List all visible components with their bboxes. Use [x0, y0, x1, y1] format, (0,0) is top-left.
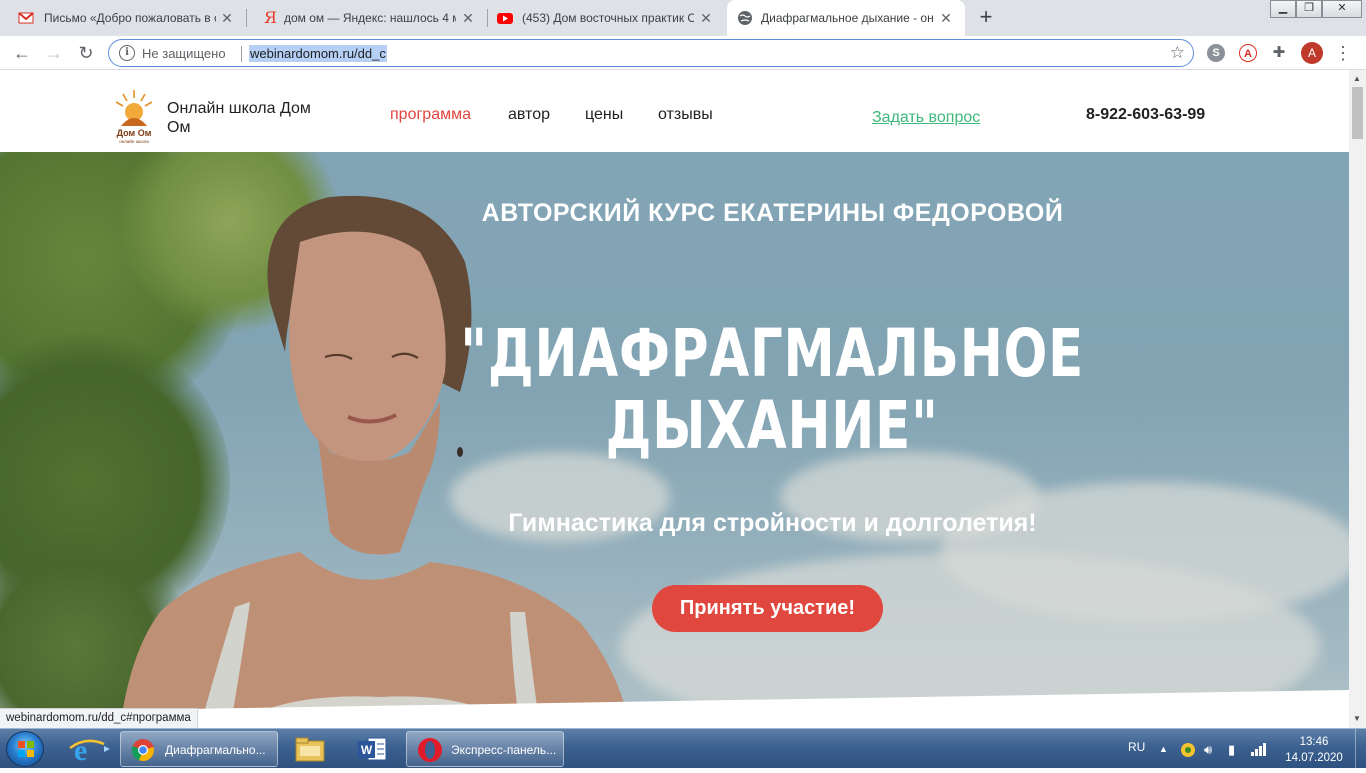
network-signal-icon[interactable]: [1250, 742, 1268, 759]
yandex-icon: Я: [264, 8, 277, 27]
hero-kicker: АВТОРСКИЙ КУРС ЕКАТЕРИНЫ ФЕДОРОВОЙ: [481, 199, 1064, 227]
taskbar-clock[interactable]: 13:46 14.07.2020: [1282, 734, 1346, 766]
new-tab-button[interactable]: +: [975, 6, 997, 29]
extensions-puzzle-icon[interactable]: ✚: [1270, 44, 1288, 62]
nav-program[interactable]: программа: [390, 106, 471, 124]
profile-avatar[interactable]: A: [1301, 42, 1323, 64]
close-icon[interactable]: ✕: [459, 9, 477, 27]
bookmark-star-icon[interactable]: ☆: [1170, 43, 1185, 63]
clock-date: 14.07.2020: [1285, 752, 1343, 764]
menu-dots-icon[interactable]: ⋮: [1334, 42, 1352, 64]
tab-gmail[interactable]: Письмо «Добро пожаловать в с ✕: [0, 0, 246, 36]
taskbar-opera-button[interactable]: Экспресс-панель...: [406, 731, 564, 767]
close-icon[interactable]: ✕: [697, 9, 715, 27]
logo[interactable]: Дом Ом онлайн школа: [113, 88, 155, 146]
show-desktop-button[interactable]: [1355, 729, 1366, 769]
power-icon[interactable]: ▮: [1228, 742, 1235, 758]
join-button[interactable]: Принять участие!: [652, 585, 883, 632]
clock-time: 13:46: [1299, 736, 1329, 748]
browser-toolbar: ← → ↻ i Не защищено webinardomom.ru/dd_c…: [0, 36, 1366, 70]
url-text[interactable]: webinardomom.ru/dd_c: [249, 45, 387, 62]
phone-number[interactable]: 8-922-603-63-99: [1086, 106, 1205, 124]
address-bar[interactable]: i Не защищено webinardomom.ru/dd_c ☆: [108, 39, 1194, 67]
taskbar-button-label: Экспресс-панель...: [451, 743, 557, 757]
security-label: Не защищено: [142, 46, 226, 61]
info-icon[interactable]: i: [119, 45, 135, 61]
back-button[interactable]: ←: [10, 41, 34, 65]
link-status-bubble: webinardomom.ru/dd_c#программа: [0, 708, 198, 728]
omnibox-divider: [241, 46, 242, 62]
hero-title-line1: "ДИАФРАГМАЛЬНОЕ: [460, 315, 1085, 392]
tab-title: Письмо «Добро пожаловать в с: [44, 11, 216, 25]
start-button[interactable]: [6, 731, 44, 767]
page-scrollbar[interactable]: ▲ ▼: [1349, 70, 1366, 728]
opera-icon: [418, 738, 442, 762]
hero-section: АВТОРСКИЙ КУРС ЕКАТЕРИНЫ ФЕДОРОВОЙ "ДИАФ…: [0, 152, 1349, 728]
file-explorer-icon[interactable]: [290, 732, 330, 766]
tray-expand-icon[interactable]: ▲: [1159, 744, 1168, 754]
word-icon[interactable]: W: [352, 732, 392, 766]
tab-title: (453) Дом восточных практик О: [522, 11, 694, 25]
scrollbar-thumb[interactable]: [1352, 87, 1363, 139]
gmail-icon: [18, 12, 34, 24]
hero-subtitle: Гимнастика для стройности и долголетия!: [508, 509, 1037, 537]
close-window-button[interactable]: ✕: [1322, 0, 1362, 18]
close-icon[interactable]: ✕: [218, 9, 236, 27]
language-indicator[interactable]: RU: [1128, 740, 1145, 754]
ask-question-link[interactable]: Задать вопрос: [872, 109, 980, 127]
nav-reviews[interactable]: отзывы: [658, 106, 713, 124]
reload-button[interactable]: ↻: [74, 41, 98, 65]
volume-icon[interactable]: 🔊︎: [1204, 742, 1212, 758]
close-icon[interactable]: ✕: [937, 9, 955, 27]
globe-icon: [738, 11, 752, 25]
chrome-icon: [131, 739, 154, 762]
hero-title-line2: ДЫХАНИЕ": [605, 387, 939, 464]
tab-title: Диафрагмальное дыхание - онл: [761, 11, 933, 25]
taskbar-chrome-button[interactable]: Диафрагмально...: [120, 731, 278, 767]
youtube-icon: [497, 13, 513, 24]
skype-icon[interactable]: S: [1207, 44, 1225, 62]
taskbar-button-label: Диафрагмально...: [165, 743, 266, 757]
tray-app-icon[interactable]: [1180, 742, 1196, 761]
internet-explorer-icon[interactable]: e: [66, 732, 112, 766]
logo-text: Дом Ом: [117, 128, 152, 138]
tab-youtube[interactable]: (453) Дом восточных практик О ✕: [487, 0, 725, 36]
scroll-up-icon[interactable]: ▲: [1353, 74, 1361, 83]
windows-taskbar: e Диафрагмально... W Экспресс-панель...: [0, 728, 1366, 769]
svg-text:e: e: [74, 734, 87, 766]
school-name[interactable]: Онлайн школа Дом Ом: [167, 99, 337, 137]
nav-prices[interactable]: цены: [585, 106, 623, 124]
scroll-down-icon[interactable]: ▼: [1353, 714, 1361, 723]
hero-title: "ДИАФРАГМАЛЬНОЕ ДЫХАНИЕ": [170, 318, 1222, 462]
logo-subtext: онлайн школа: [119, 138, 149, 144]
restore-button[interactable]: ❐: [1296, 0, 1322, 18]
forward-button[interactable]: →: [42, 41, 66, 65]
tab-active[interactable]: Диафрагмальное дыхание - онл ✕: [727, 0, 965, 36]
browser-tab-strip: Письмо «Добро пожаловать в с ✕ Я дом ом …: [0, 0, 1366, 36]
svg-text:W: W: [361, 743, 373, 757]
tab-yandex[interactable]: Я дом ом — Яндекс: нашлось 4 м ✕: [246, 0, 487, 36]
adblock-icon[interactable]: A: [1239, 44, 1257, 62]
hero-bottom-edge: [0, 690, 1349, 728]
windows-logo-icon: [18, 741, 34, 757]
site-header: Дом Ом онлайн школа Онлайн школа Дом Ом …: [0, 70, 1349, 152]
tab-title: дом ом — Яндекс: нашлось 4 м: [284, 11, 456, 25]
page-viewport: Дом Ом онлайн школа Онлайн школа Дом Ом …: [0, 70, 1349, 728]
nav-author[interactable]: автор: [508, 106, 550, 124]
minimize-button[interactable]: ▁: [1270, 0, 1296, 18]
